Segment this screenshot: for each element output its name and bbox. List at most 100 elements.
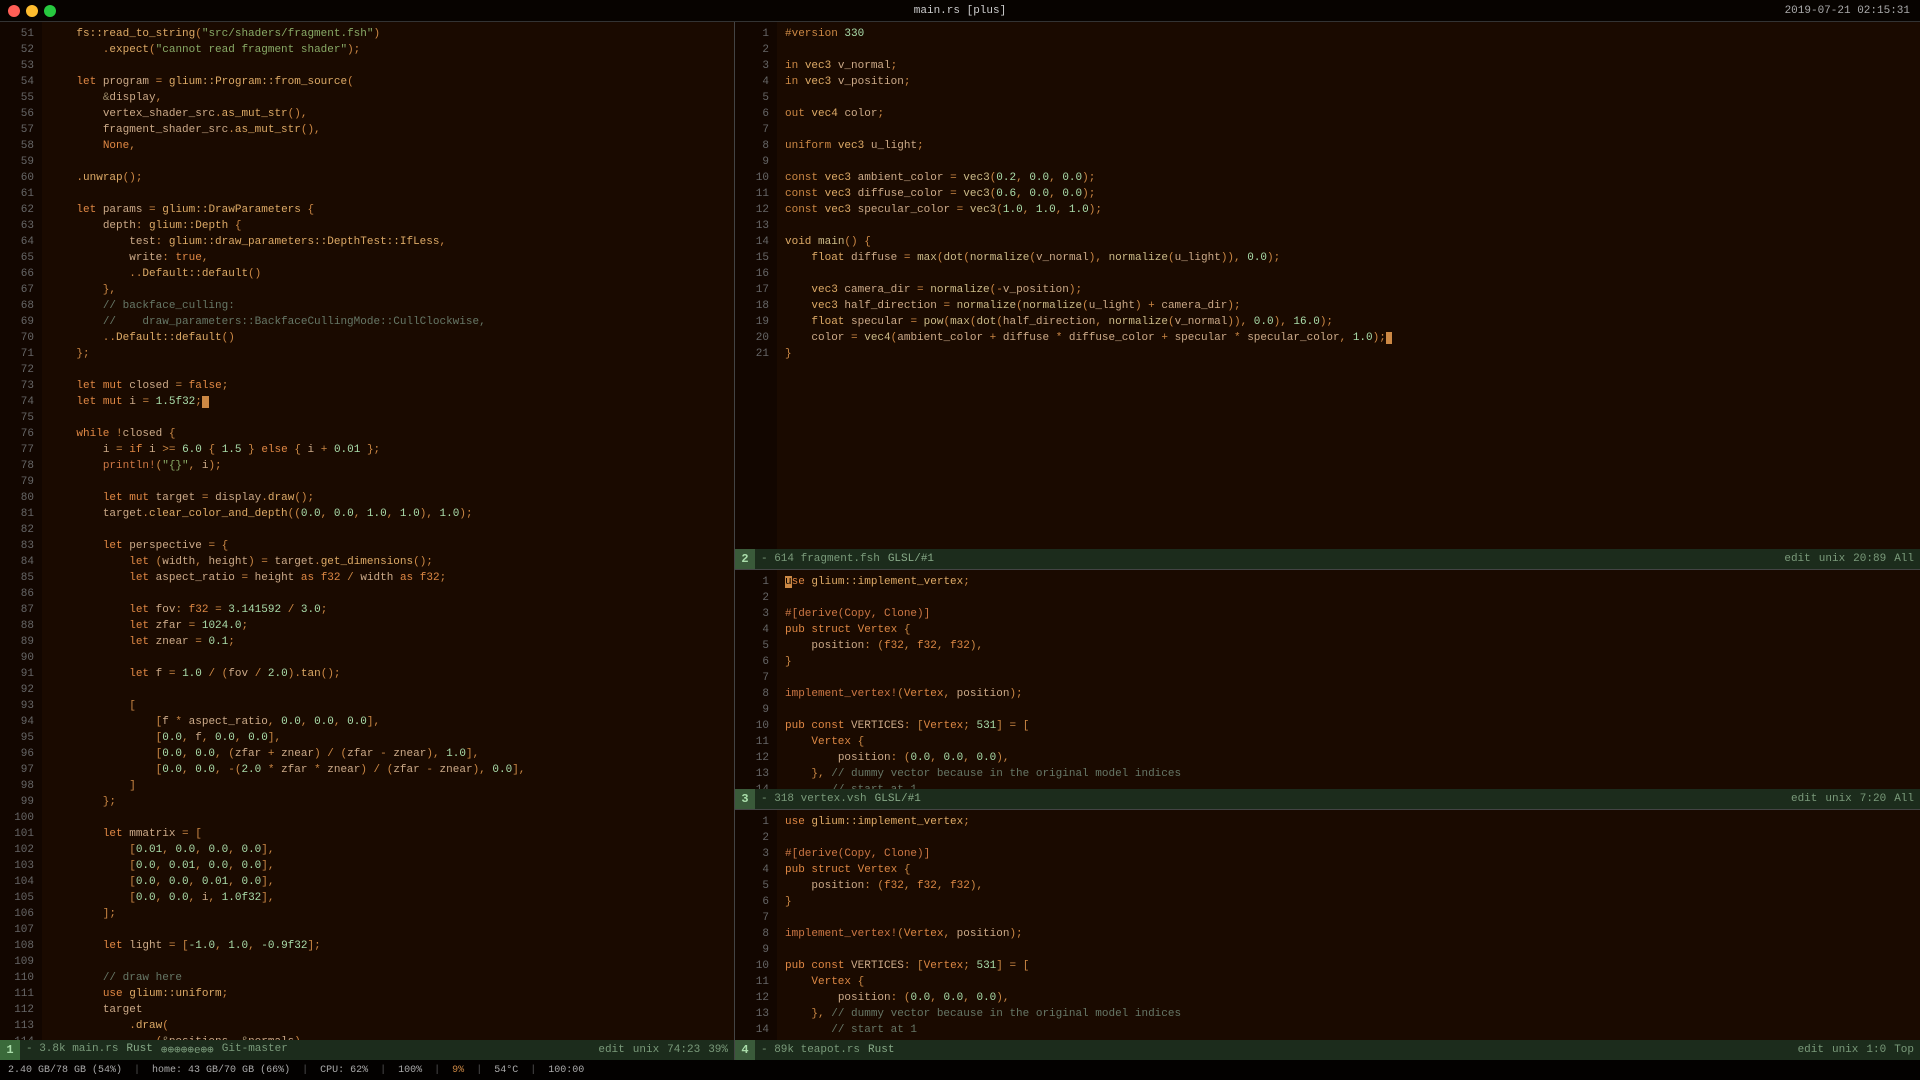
code-line [50,586,726,602]
rm-filename: - 318 vertex.vsh [761,793,867,805]
right-middle-status-right: edit unix 7:20 All [1791,793,1920,805]
code-line: .unwrap(); [50,170,726,186]
code-line: pub const VERTICES: [Vertex; 531] = [ [785,718,1912,734]
code-line: float specular = pow(max(dot(half_direct… [785,314,1912,330]
sys-sep-5: | [476,1065,482,1076]
rm-filetype: GLSL/#1 [875,793,921,805]
code-line: target.clear_color_and_depth((0.0, 0.0, … [50,506,726,522]
code-line: position: (f32, f32, f32), [785,878,1912,894]
code-line: let perspective = { [50,538,726,554]
code-line [785,266,1912,282]
rm-all: All [1894,793,1914,805]
right-bottom-status-info: - 89k teapot.rs Rust [755,1044,1798,1056]
code-line: ..Default::default() [50,266,726,282]
code-line: position: (0.0, 0.0, 0.0), [785,750,1912,766]
code-line: fragment_shader_src.as_mut_str(), [50,122,726,138]
right-bottom-pane: 12345 678910 1112131415 1617181920 21 us… [735,810,1920,1060]
code-line: Vertex { [785,974,1912,990]
minimize-button[interactable] [26,5,38,17]
rm-position: 7:20 [1860,793,1886,805]
sys-sep-3: | [380,1065,386,1076]
rt-filetype: GLSL/#1 [888,553,934,565]
sys-battery: 9% [452,1065,464,1076]
code-line: [0.0, f, 0.0, 0.0], [50,730,726,746]
maximize-button[interactable] [44,5,56,17]
code-line: [0.0, 0.0, -(2.0 * zfar * znear) / (zfar… [50,762,726,778]
right-top-status-right: edit unix 20:89 All [1784,553,1920,565]
code-line: let aspect_ratio = height as f32 / width… [50,570,726,586]
window-controls[interactable] [8,5,56,17]
code-line: }, // dummy vector because in the origin… [785,766,1912,782]
code-line [50,186,726,202]
code-line [50,474,726,490]
rb-position: 1:0 [1866,1044,1886,1056]
code-line [50,410,726,426]
right-middle-status-info: - 318 vertex.vsh GLSL/#1 [755,793,1791,805]
code-line: #version 330 [785,26,1912,42]
code-line: Vertex { [785,1038,1912,1040]
rt-position: 20:89 [1853,553,1886,565]
code-line: let mut target = display.draw(); [50,490,726,506]
right-bottom-code[interactable]: use glium::implement_vertex; #[derive(Co… [777,810,1920,1040]
code-line [785,154,1912,170]
rb-filename: - 89k teapot.rs [761,1044,860,1056]
code-line: // start at 1 [785,782,1912,789]
code-line [50,362,726,378]
code-line [785,590,1912,606]
right-top-code[interactable]: #version 330 in vec3 v_normal; in vec3 v… [777,22,1920,549]
code-line: void main() { [785,234,1912,250]
sys-sep-6: | [530,1065,536,1076]
code-line: out vec4 color; [785,106,1912,122]
right-top-status: 2 - 614 fragment.fsh GLSL/#1 edit unix 2… [735,549,1920,569]
rm-encoding: unix [1825,793,1851,805]
sys-sep-2: | [302,1065,308,1076]
right-top-pane: 12345 678910 1112131415 1617181920 21 #v… [735,22,1920,570]
left-encoding: unix [633,1044,659,1056]
code-line: println!("{}", i); [50,458,726,474]
sys-home: home: 43 GB/70 GB (66%) [152,1065,290,1076]
code-line: pub struct Vertex { [785,622,1912,638]
code-line [785,942,1912,958]
code-line: color = vec4(ambient_color + diffuse * d… [785,330,1912,346]
sys-cpu: CPU: 62% [320,1065,368,1076]
left-git: Git-master [222,1043,288,1057]
code-line: position: (0.0, 0.0, 0.0), [785,990,1912,1006]
code-line: let mut i = 1.5f32; [50,394,726,410]
rb-mode: edit [1798,1044,1824,1056]
left-code-lines[interactable]: fs::read_to_string("src/shaders/fragment… [42,22,734,1040]
close-button[interactable] [8,5,20,17]
code-line: ..Default::default() [50,330,726,346]
code-line: use glium::uniform; [50,986,726,1002]
right-middle-pane: 12345 678910 1112131415 16 use glium::im… [735,570,1920,810]
code-line: let f = 1.0 / (fov / 2.0).tan(); [50,666,726,682]
left-filetype: Rust [126,1043,152,1057]
rt-filename: - 614 fragment.fsh [761,553,880,565]
sys-sep-4: | [434,1065,440,1076]
rb-filetype: Rust [868,1044,894,1056]
code-line: position: (f32, f32, f32), [785,638,1912,654]
sys-power: 100:00 [548,1065,584,1076]
rb-top: Top [1894,1044,1914,1056]
code-line: use glium::implement_vertex; [785,574,1912,590]
code-line [50,922,726,938]
code-line: }, // dummy vector because in the origin… [785,1006,1912,1022]
right-middle-status: 3 - 318 vertex.vsh GLSL/#1 edit unix 7:2… [735,789,1920,809]
code-line: #[derive(Copy, Clone)] [785,846,1912,862]
right-top-status-info: - 614 fragment.fsh GLSL/#1 [755,553,1784,565]
code-line: i = if i >= 6.0 { 1.5 } else { i + 0.01 … [50,442,726,458]
code-line [50,954,726,970]
right-top-line-numbers: 12345 678910 1112131415 1617181920 21 [735,22,777,549]
sys-brightness: 100% [398,1065,422,1076]
code-line: uniform vec3 u_light; [785,138,1912,154]
code-line: float diffuse = max(dot(normalize(v_norm… [785,250,1912,266]
code-line: let (width, height) = target.get_dimensi… [50,554,726,570]
code-line: use glium::implement_vertex; [785,814,1912,830]
left-status-info: - 3.8k main.rs Rust ⊕⊕⊕⊕⊕e⊕⊕ Git-master [20,1043,598,1057]
right-middle-code[interactable]: use glium::implement_vertex; #[derive(Co… [777,570,1920,789]
sys-temp: 54°C [494,1065,518,1076]
code-line [785,702,1912,718]
right-bottom-content: 12345 678910 1112131415 1617181920 21 us… [735,810,1920,1040]
left-line-numbers: 5152535455 5657585960 6162636465 6667686… [0,22,42,1040]
code-line: [ [50,698,726,714]
code-line: vec3 half_direction = normalize(normaliz… [785,298,1912,314]
